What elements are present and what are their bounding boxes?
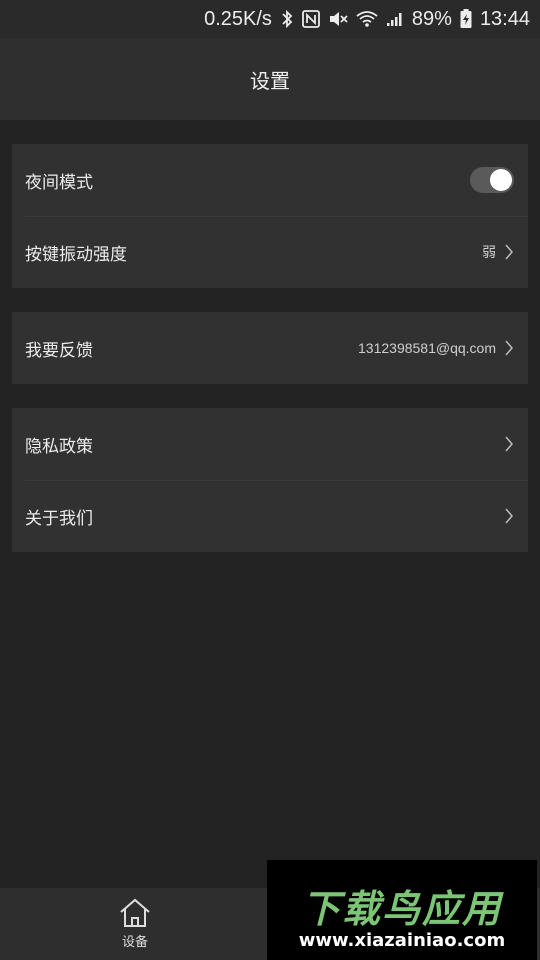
battery-percent: 89% [411, 7, 452, 30]
chevron-right-icon [505, 436, 513, 452]
about-us-row[interactable]: 关于我们 [12, 480, 528, 552]
feedback-email: 1312398581@qq.com [358, 340, 496, 356]
home-icon [120, 898, 150, 927]
chevron-right-icon [505, 244, 513, 260]
nav-item-devices[interactable]: 设备 [95, 888, 175, 960]
feedback-label: 我要反馈 [25, 340, 93, 361]
page-title: 设置 [250, 68, 290, 93]
watermark: 下载鸟应用 www.xiazainiao.com [267, 860, 537, 960]
nfc-icon [302, 10, 320, 28]
settings-group-info: 隐私政策 关于我们 [12, 408, 528, 552]
settings-group-feedback: 我要反馈 1312398581@qq.com [12, 312, 528, 384]
nav-item-devices-label: 设备 [121, 935, 148, 950]
night-mode-row[interactable]: 夜间模式 [12, 144, 528, 216]
clock: 13:44 [479, 7, 530, 30]
status-bar: 0.25K/s 89% 13:44 [0, 0, 540, 38]
bluetooth-icon [280, 9, 294, 29]
settings-group-display: 夜间模式 按键振动强度 弱 [12, 144, 528, 288]
wifi-icon [356, 10, 378, 28]
privacy-policy-label: 隐私政策 [25, 436, 93, 457]
privacy-policy-row[interactable]: 隐私政策 [12, 408, 528, 480]
network-speed: 0.25K/s [204, 7, 272, 30]
signal-icon [386, 11, 404, 27]
vibration-strength-row[interactable]: 按键振动强度 弱 [12, 216, 528, 288]
feedback-row[interactable]: 我要反馈 1312398581@qq.com [12, 312, 528, 384]
chevron-right-icon [505, 340, 513, 356]
watermark-url: www.xiazainiao.com [298, 930, 506, 951]
mute-icon [328, 10, 348, 28]
night-mode-label: 夜间模式 [25, 172, 93, 193]
night-mode-toggle[interactable] [470, 167, 514, 193]
about-us-label: 关于我们 [25, 508, 93, 529]
vibration-strength-label: 按键振动强度 [25, 244, 127, 265]
battery-charging-icon [460, 9, 472, 29]
watermark-title: 下载鸟应用 [301, 887, 502, 931]
vibration-strength-value: 弱 [482, 244, 496, 260]
chevron-right-icon [505, 508, 513, 524]
toggle-knob [490, 169, 512, 191]
app-header: 设置 [0, 38, 540, 120]
